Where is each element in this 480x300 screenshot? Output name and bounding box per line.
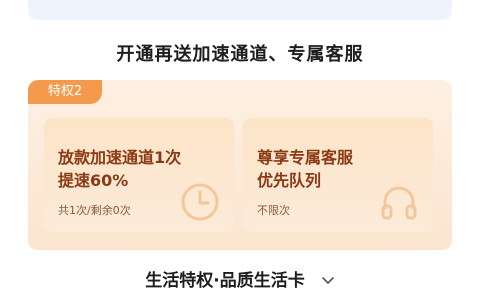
chevron-down-icon — [321, 277, 334, 284]
life-perk-toggle[interactable]: 生活特权·品质生活卡 — [0, 266, 480, 291]
perk-card-exclusive-service[interactable]: 尊享专属客服 优先队列 不限次 — [243, 118, 433, 232]
perk-panel: 特权2 放款加速通道1次 提速60% 共1次/剩余0次 尊享专属客服 优先队列 … — [28, 80, 452, 250]
perk-card-loan-speedup[interactable]: 放款加速通道1次 提速60% 共1次/剩余0次 — [44, 118, 234, 232]
life-perk-label: 生活特权·品质生活卡 — [145, 271, 305, 291]
section-headline: 开通再送加速通道、专属客服 — [116, 44, 364, 65]
top-card — [28, 0, 452, 20]
perk-tag: 特权2 — [28, 80, 102, 104]
headphones-icon — [381, 186, 417, 220]
clock-icon — [181, 183, 219, 221]
perk-card-subtitle: 不限次 — [257, 204, 290, 217]
perk-card-subtitle: 共1次/剩余0次 — [58, 204, 131, 217]
